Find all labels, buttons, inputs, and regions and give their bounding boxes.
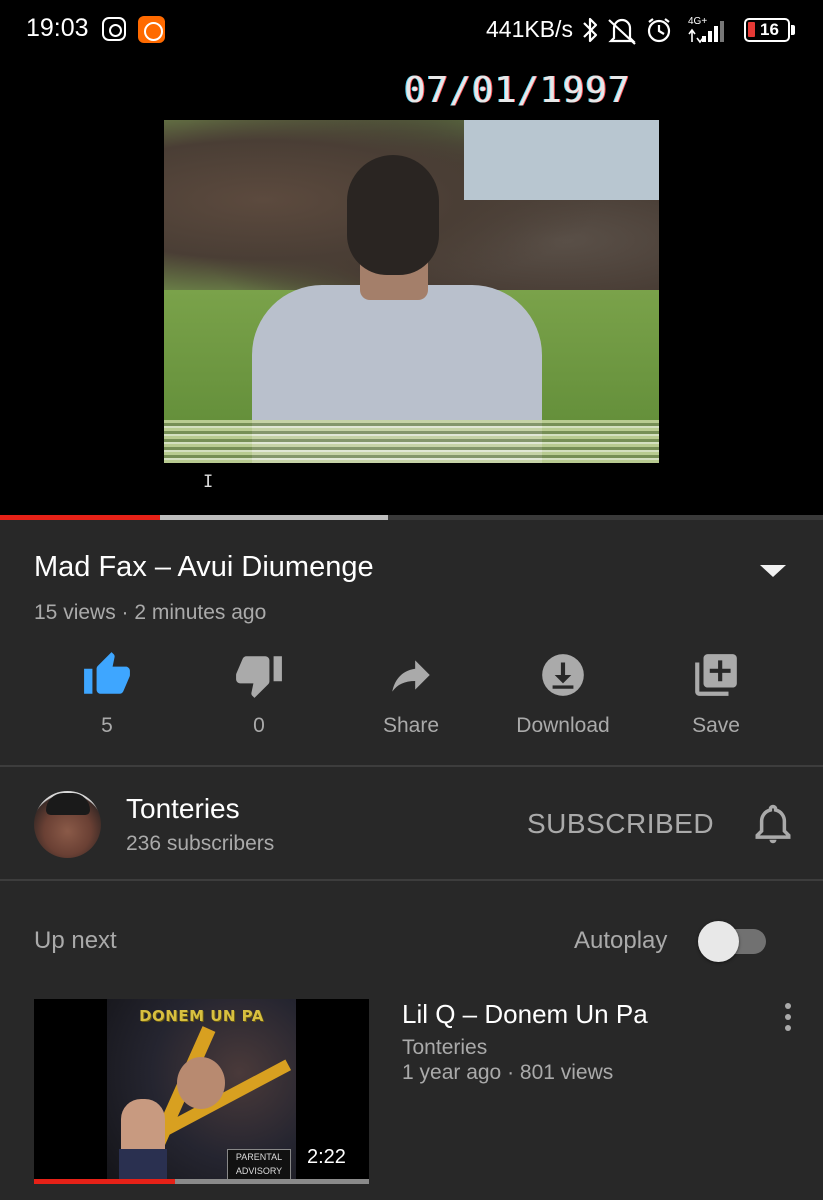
channel-name[interactable]: Tonteries — [126, 793, 240, 825]
video-glitch-band — [164, 420, 659, 463]
subscribed-button[interactable]: SUBSCRIBED — [527, 808, 714, 840]
network-speed: 441KB/s — [486, 16, 573, 42]
thumbs-up-icon — [84, 652, 130, 694]
video-person-head — [347, 155, 439, 275]
divider — [0, 765, 823, 767]
like-count: 5 — [101, 714, 113, 737]
thumbs-down-icon — [236, 656, 282, 698]
autoplay-label: Autoplay — [574, 927, 668, 954]
autoplay-toggle-knob[interactable] — [698, 921, 739, 962]
share-button[interactable]: Share — [336, 650, 486, 750]
status-icons: 4G+ — [583, 16, 724, 45]
battery-level — [748, 22, 755, 37]
mute-icon — [608, 18, 636, 45]
expand-description-icon[interactable] — [760, 565, 786, 577]
battery-tip — [791, 25, 795, 35]
battery-icon: 16 — [744, 18, 790, 42]
thumbnail-watched — [34, 1179, 175, 1184]
channel-avatar[interactable] — [34, 791, 101, 858]
thumbnail-face — [177, 1057, 225, 1109]
up-next-channel: Tonteries — [402, 1036, 488, 1059]
network-type: 4G+ — [688, 16, 707, 27]
up-next-label: Up next — [34, 927, 117, 954]
add-to-playlist-icon — [695, 654, 737, 696]
thumbnail-artwork: PARENTAL ADVISORY DONEM UN PA — [107, 999, 296, 1184]
more-options-icon[interactable] — [778, 1003, 798, 1035]
video-played — [0, 515, 161, 520]
video-title[interactable]: Mad Fax – Avui Diumenge — [34, 551, 374, 584]
video-sky — [464, 120, 659, 200]
thumbnail-title-text: DONEM UN PA — [139, 1007, 264, 1025]
divider — [0, 879, 823, 881]
share-label: Share — [382, 714, 440, 737]
video-player[interactable]: 07/01/1997 I — [0, 60, 823, 517]
mi-icon — [138, 16, 165, 43]
like-button[interactable]: 5 — [32, 650, 182, 750]
bluetooth-icon — [583, 17, 598, 43]
download-label: Download — [516, 714, 610, 737]
battery-percent: 16 — [760, 20, 779, 39]
notification-bell-icon[interactable] — [752, 801, 794, 847]
save-label: Save — [692, 714, 740, 737]
share-icon — [392, 660, 430, 692]
video-meta: 15 views · 2 minutes ago — [34, 601, 267, 624]
video-frame[interactable] — [164, 120, 659, 463]
parental-advisory-label: PARENTAL ADVISORY — [227, 1149, 291, 1181]
thumbnail-watch-progress — [34, 1179, 369, 1184]
dislike-button[interactable]: 0 — [184, 650, 334, 750]
dislike-count: 0 — [253, 714, 265, 737]
save-button[interactable]: Save — [641, 650, 791, 750]
download-icon — [542, 654, 584, 696]
video-cursor-glyph: I — [203, 472, 214, 492]
download-button[interactable]: Download — [488, 650, 638, 750]
up-next-meta: 1 year ago · 801 views — [402, 1061, 614, 1084]
status-time: 19:03 — [26, 14, 89, 42]
instagram-icon — [102, 17, 126, 41]
video-overlay-date: 07/01/1997 — [404, 70, 631, 111]
alarm-icon — [647, 18, 671, 43]
video-duration-badge: 2:22 — [302, 1145, 351, 1170]
channel-subscriber-count: 236 subscribers — [126, 832, 275, 855]
status-bar: 19:03 441KB/s 4G+ 16 — [0, 0, 823, 60]
up-next-title[interactable]: Lil Q – Donem Un Pa — [402, 999, 648, 1030]
video-progress-bar[interactable] — [0, 515, 823, 520]
